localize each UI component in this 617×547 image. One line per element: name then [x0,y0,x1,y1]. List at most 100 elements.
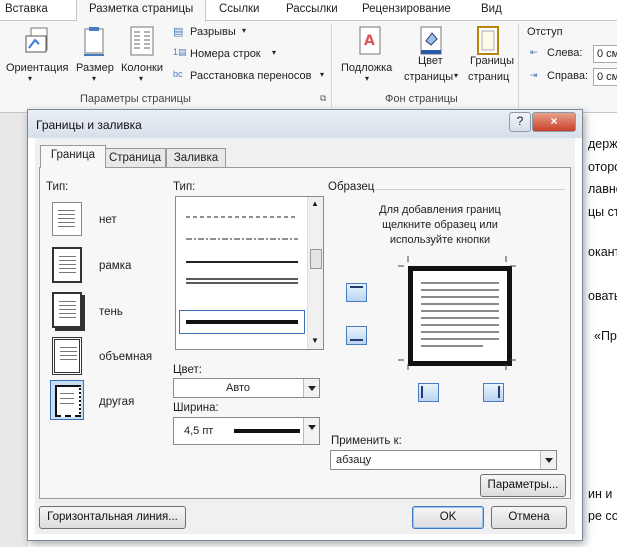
color-dropdown[interactable]: Авто [173,378,320,398]
indent-right-field[interactable]: 0 см [593,68,617,86]
tab-shading[interactable]: Заливка [166,148,226,167]
scrollbar-thumb[interactable] [310,249,322,269]
border-style-list[interactable]: ▲ ▼ [175,196,324,350]
style-list-scrollbar[interactable]: ▲ ▼ [307,197,323,349]
borders-shading-dialog: Границы и заливка ? × Граница Страница З… [27,109,583,541]
setting-type-label: Тип: [46,181,69,193]
watermark-icon: A [359,26,381,55]
line-numbers-label: Номера строк [190,48,261,60]
help-button[interactable]: ? [509,112,531,132]
setting-custom-label: другая [99,396,135,408]
ok-button[interactable]: OK [412,506,484,529]
cancel-button[interactable]: Отмена [491,506,567,529]
page-color-icon [420,26,442,55]
preview-hint-line: щелкните образец или [382,219,498,231]
top-border-button[interactable] [346,283,367,302]
group-divider [518,24,519,108]
chevron-down-icon: ▾ [28,74,33,83]
document-text-line: держ [588,137,617,151]
dialog-titlebar[interactable]: Границы и заливка ? × [28,110,582,138]
color-value: Авто [226,382,250,394]
tab-insert[interactable]: Вставка [5,0,48,19]
border-tab-panel: Тип: нет рамка тень объемная другая Тип:… [39,167,571,499]
style-dash-dot-option[interactable] [186,237,298,241]
document-text-line: лавно [588,182,617,196]
tab-page-border[interactable]: Страница [104,148,166,167]
apply-to-dropdown[interactable]: абзацу [330,450,557,470]
breaks-icon: ▤ [173,26,184,38]
chevron-down-icon: ▾ [92,74,97,83]
preview-hint-line: используйте кнопки [389,234,491,246]
chevron-down-icon[interactable] [303,418,319,444]
style-double-option[interactable] [186,278,298,284]
indent-left-icon: ⇤ [530,47,538,57]
tab-border[interactable]: Граница [40,145,106,168]
page-borders-icon [477,26,499,55]
setting-box-icon [52,247,82,283]
line-numbers-icon: 1▤ [173,47,187,57]
style-single-option[interactable] [186,260,298,264]
chevron-down-icon[interactable] [303,379,319,397]
chevron-down-icon[interactable] [540,451,556,469]
preview-hint: Для добавления границ щелкните образец и… [340,203,540,248]
document-text-line: оканте [588,245,617,259]
tab-mailings[interactable]: Рассылки [286,0,338,19]
preview-corner-marks [398,256,516,370]
scroll-up-icon[interactable]: ▲ [311,199,319,208]
tab-review[interactable]: Рецензирование [362,0,451,19]
document-text-line: овать [588,289,617,303]
size-label: Размер [76,62,114,74]
document-text-line: ин и [588,487,613,501]
orientation-label: Ориентация [6,62,69,74]
orientation-icon [25,27,48,53]
setting-none-label: нет [99,214,117,226]
hyphenation-icon: bc [173,69,183,79]
setting-shadow-label: тень [99,306,123,318]
setting-custom-icon [50,380,84,420]
indent-title: Отступ [527,26,563,38]
dialog-body: Граница Страница Заливка Тип: нет рамка [35,138,575,534]
group-divider [331,24,332,108]
indent-left-field[interactable]: 0 см [593,45,617,63]
indent-left-label: Слева: [547,47,583,59]
options-button[interactable]: Параметры... [480,474,566,497]
tab-view[interactable]: Вид [481,0,502,19]
width-value: 4,5 пт [184,425,214,437]
preview-label: Образец [328,181,375,193]
scroll-down-icon[interactable]: ▼ [311,336,319,345]
style-thick-option[interactable] [179,310,305,334]
ribbon: Вставка Разметка страницы Ссылки Рассылк… [0,0,617,113]
tab-page-layout[interactable]: Разметка страницы [76,0,207,22]
page-borders-label-2: страниц [468,71,510,83]
setting-3d-label: объемная [99,351,153,363]
columns-icon [130,26,154,56]
right-border-button[interactable] [483,383,504,402]
document-text-line: «Пр [594,329,617,343]
page-size-icon [84,27,104,56]
dialog-launcher-icon[interactable]: ⧉ [320,93,326,104]
ribbon-tabs: Вставка Разметка страницы Ссылки Рассылк… [0,0,617,22]
document-text-line: ре со [588,509,617,523]
style-dashed-option[interactable] [186,215,298,219]
indent-right-icon: ⇥ [530,70,538,80]
close-button[interactable]: × [532,112,576,132]
dialog-title: Границы и заливка [36,118,142,132]
left-border-button[interactable] [418,383,439,402]
setting-shadow-icon [52,292,82,328]
width-dropdown[interactable]: 4,5 пт [173,417,320,445]
apply-to-value: абзацу [336,454,372,466]
bottom-border-button[interactable] [346,326,367,345]
apply-to-label: Применить к: [331,435,402,447]
style-label: Тип: [173,181,196,193]
tab-references[interactable]: Ссылки [219,0,260,19]
watermark-label: Подложка [341,62,393,74]
chevron-down-icon: ▾ [454,71,459,80]
page-setup-group-label: Параметры страницы [80,93,191,105]
columns-label: Колонки [121,62,163,74]
width-label: Ширина: [173,402,219,414]
setting-3d-icon [52,337,82,375]
page-color-label-1: Цвет [418,55,443,67]
page-borders-label-1: Границы [470,55,514,67]
horizontal-line-button[interactable]: Горизонтальная линия... [39,506,186,529]
page-background-group-label: Фон страницы [385,93,458,105]
